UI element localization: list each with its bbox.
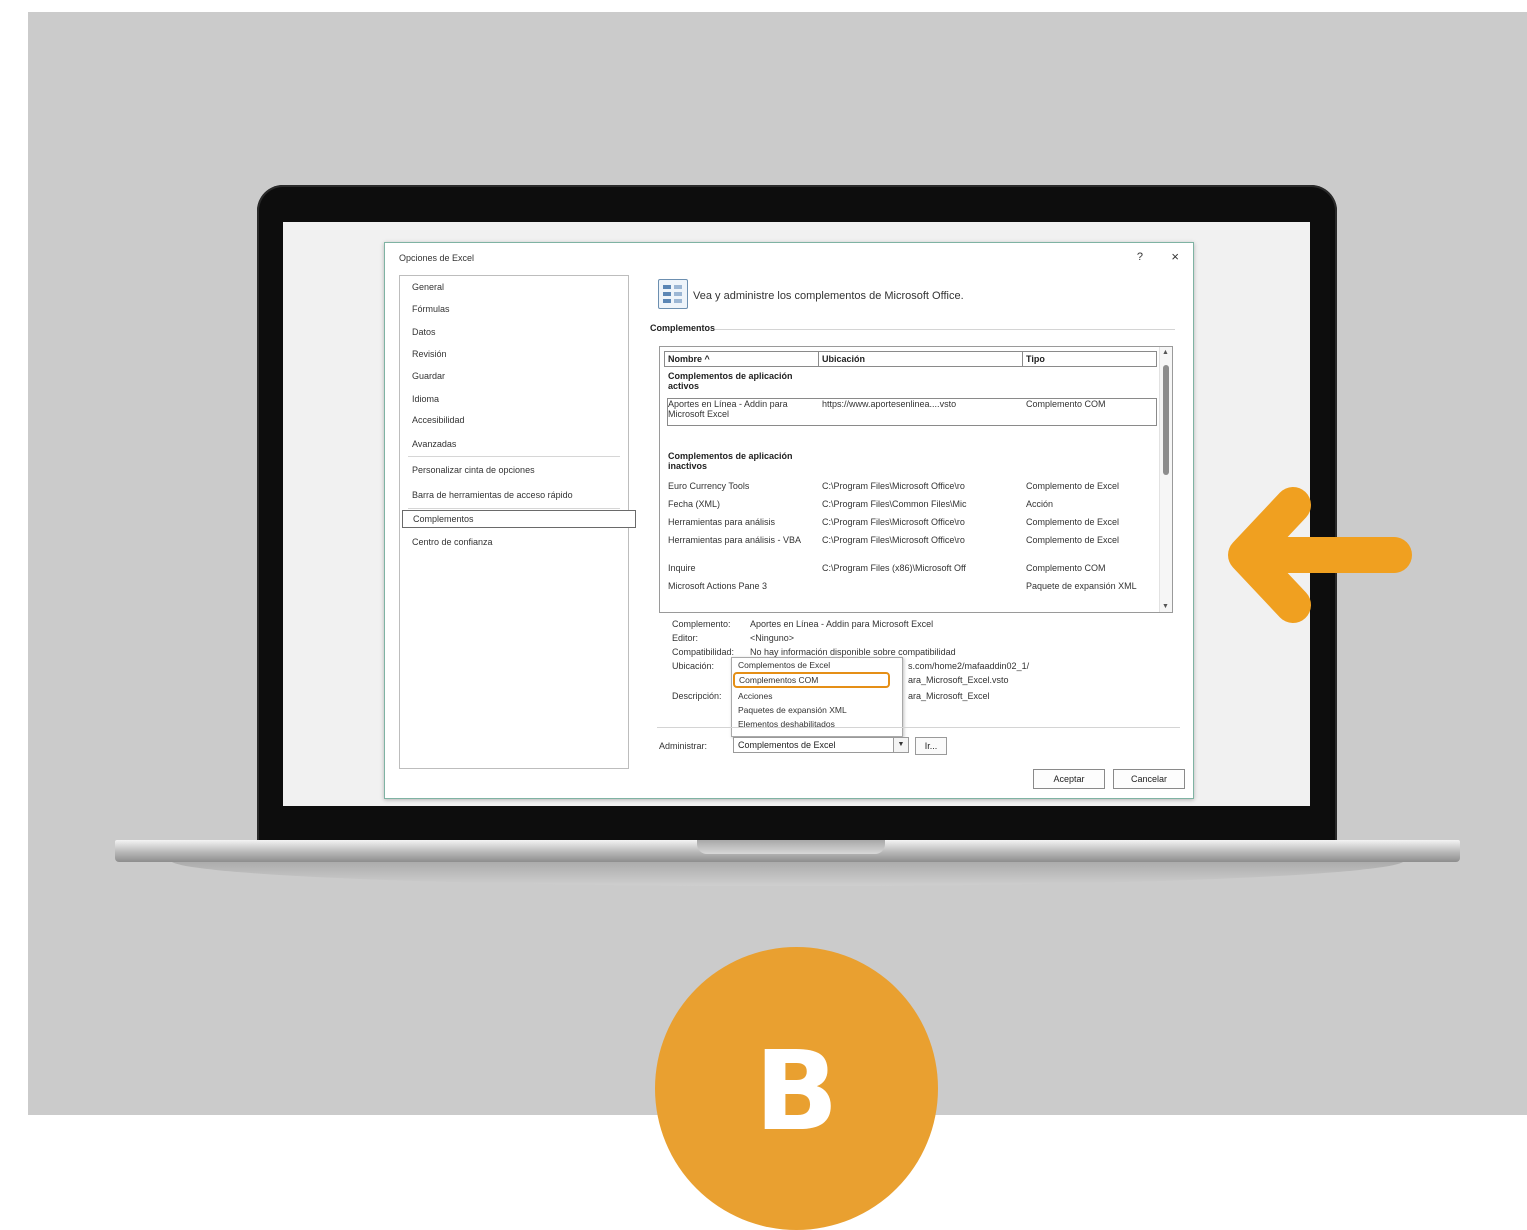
cell-type: Complemento COM (1026, 399, 1106, 409)
cell-name: Fecha (XML) (668, 499, 721, 509)
dropdown-option-excel-addins[interactable]: Complementos de Excel (738, 660, 830, 670)
nav-item-avanzadas[interactable]: Avanzadas (412, 439, 456, 449)
detail-label: Compatibilidad: (672, 647, 735, 657)
group-heading-inactive: Complementos de aplicación inactivos (668, 451, 793, 471)
cell-location: C:\Program Files (x86)\Microsoft Off (822, 563, 966, 573)
dialog-title: Opciones de Excel (399, 253, 475, 263)
cell-location: https://www.aportesenlinea....vsto (822, 399, 957, 409)
dropdown-option-acciones[interactable]: Acciones (738, 691, 773, 701)
dropdown-option-com-addins[interactable]: Complementos COM (733, 672, 890, 688)
laptop-notch (697, 840, 885, 854)
detail-label: Descripción: (672, 691, 722, 701)
group-heading-active: Complementos de aplicación activos (668, 371, 793, 391)
nav-separator (408, 508, 620, 509)
excel-options-dialog: Opciones de Excel ? × General Fórmulas D… (384, 242, 1194, 799)
scroll-up-icon[interactable]: ▲ (1162, 349, 1169, 356)
main-heading: Vea y administre los complementos de Mic… (693, 290, 964, 302)
nav-separator (408, 456, 620, 457)
cell-location: C:\Program Files\Common Files\Mic (822, 499, 967, 509)
cell-type: Complemento de Excel (1026, 517, 1120, 527)
nav-item-guardar[interactable]: Guardar (412, 371, 445, 381)
cell-location: C:\Program Files\Microsoft Office\ro (822, 517, 965, 527)
cell-location: C:\Program Files\Microsoft Office\ro (822, 481, 965, 491)
column-header-nombre[interactable]: Nombre ^ (664, 351, 819, 367)
cell-type: Acción (1026, 499, 1054, 509)
detail-value: <Ninguno> (750, 633, 795, 643)
nav-item-accesibilidad[interactable]: Accesibilidad (412, 415, 465, 425)
close-icon[interactable]: × (1171, 249, 1179, 264)
cell-type: Complemento de Excel (1026, 535, 1120, 545)
detail-label: Editor: (672, 633, 699, 643)
detail-value: ara_Microsoft_Excel.vsto (908, 675, 1009, 685)
manage-select[interactable]: Complementos de Excel ▼ (733, 737, 909, 753)
detail-value: Aportes en Línea - Addin para Microsoft … (750, 619, 934, 629)
manage-select-value: Complementos de Excel (738, 740, 836, 750)
nav-item-barra-acceso-rapido[interactable]: Barra de herramientas de acceso rápido (412, 490, 573, 500)
help-icon[interactable]: ? (1137, 251, 1143, 263)
column-header-tipo[interactable]: Tipo (1022, 351, 1157, 367)
cell-name: Euro Currency Tools (668, 481, 750, 491)
cell-name: Aportes en Línea - Addin para Microsoft … (668, 399, 788, 419)
cell-type: Paquete de expansión XML (1026, 581, 1137, 591)
cell-type: Complemento COM (1026, 563, 1106, 573)
nav-item-formulas[interactable]: Fórmulas (412, 304, 450, 314)
section-title: Complementos (650, 323, 716, 333)
arrow-left-icon (1228, 487, 1412, 623)
scroll-down-icon[interactable]: ▼ (1162, 603, 1169, 610)
dropdown-option-xml-packs[interactable]: Paquetes de expansión XML (738, 705, 847, 715)
nav-item-revision[interactable]: Revisión (412, 349, 447, 359)
nav-item-complementos[interactable]: Complementos (402, 510, 636, 528)
step-badge-letter: B (754, 1027, 839, 1155)
cell-type: Complemento de Excel (1026, 481, 1120, 491)
section-divider (715, 329, 1175, 330)
chevron-down-icon[interactable]: ▼ (893, 738, 908, 752)
cell-name: Microsoft Actions Pane 3 (668, 581, 768, 591)
ok-button[interactable]: Aceptar (1033, 769, 1105, 789)
manage-label: Administrar: (659, 741, 708, 751)
go-button[interactable]: Ir... (915, 737, 947, 755)
nav-item-idioma[interactable]: Idioma (412, 394, 439, 404)
cell-name: Inquire (668, 563, 696, 573)
detail-label: Complemento: (672, 619, 731, 629)
options-nav: General Fórmulas Datos Revisión Guardar … (399, 275, 636, 769)
nav-item-datos[interactable]: Datos (412, 327, 436, 337)
manage-divider (657, 727, 1180, 728)
nav-item-general[interactable]: General (412, 282, 444, 292)
scroll-thumb[interactable] (1163, 365, 1169, 475)
cell-name: Herramientas para análisis - VBA (668, 535, 802, 545)
step-badge: B (655, 947, 938, 1230)
excel-background-window (283, 222, 383, 806)
detail-value: No hay información disponible sobre comp… (750, 647, 956, 657)
addins-table: Nombre ^ Ubicación Tipo Complementos de … (659, 346, 1173, 613)
detail-value: ara_Microsoft_Excel (908, 691, 990, 701)
detail-value: s.com/home2/mafaaddin02_1/ (908, 661, 1030, 671)
table-row[interactable]: Aportes en Línea - Addin para Microsoft … (667, 398, 1157, 426)
column-header-ubicacion[interactable]: Ubicación (818, 351, 1023, 367)
cell-location: C:\Program Files\Microsoft Office\ro (822, 535, 965, 545)
manage-dropdown-list: Complementos de Excel Complementos COM A… (731, 657, 903, 737)
cell-name: Herramientas para análisis (668, 517, 776, 527)
detail-label: Ubicación: (672, 661, 715, 671)
laptop-screen: Opciones de Excel ? × General Fórmulas D… (283, 222, 1310, 806)
nav-item-centro-confianza[interactable]: Centro de confianza (412, 537, 493, 547)
cancel-button[interactable]: Cancelar (1113, 769, 1185, 789)
table-scrollbar[interactable]: ▲ ▼ (1159, 347, 1172, 612)
addins-icon (658, 279, 688, 309)
nav-item-personalizar-cinta[interactable]: Personalizar cinta de opciones (412, 465, 535, 475)
